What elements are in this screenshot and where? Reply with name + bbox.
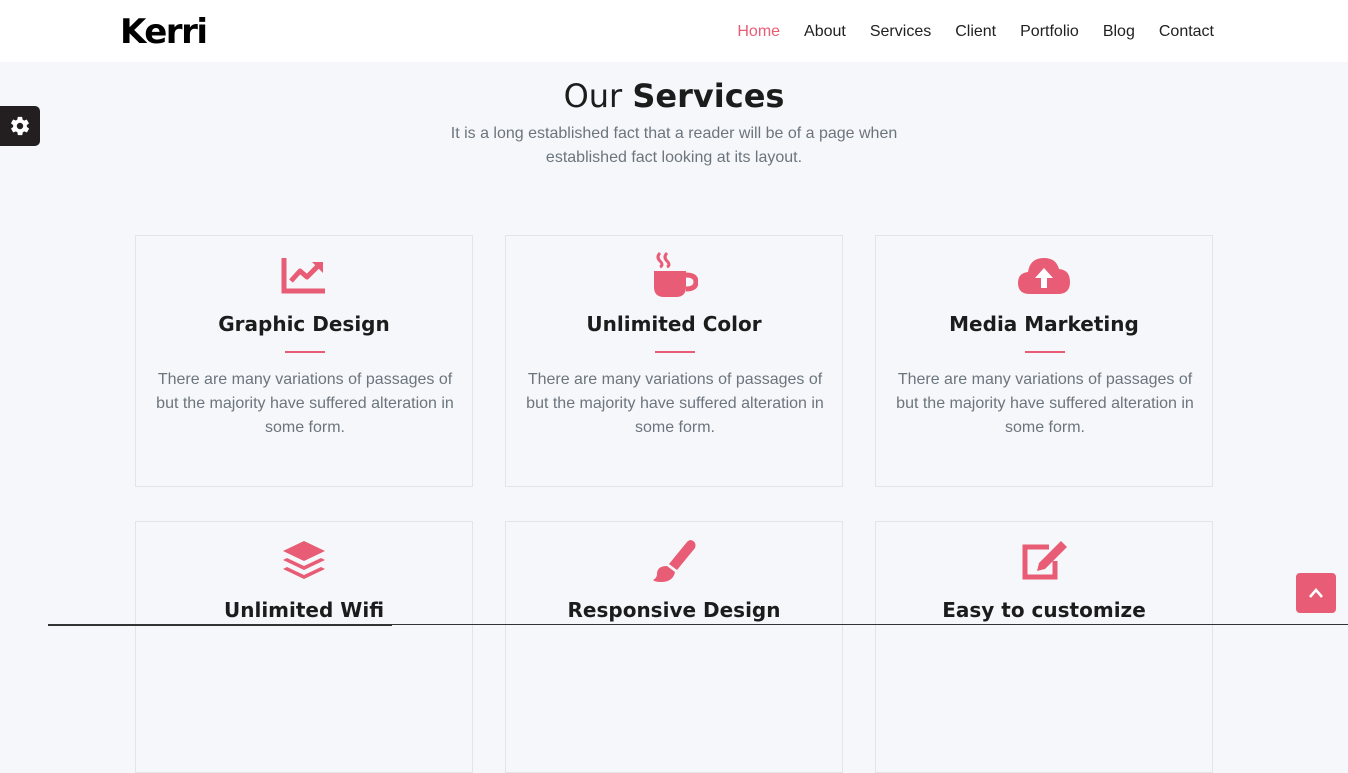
gear-icon xyxy=(11,116,30,136)
paint-brush-icon xyxy=(653,540,696,582)
nav-services[interactable]: Services xyxy=(870,20,931,44)
service-card: Unlimited Color There are many variation… xyxy=(505,235,843,487)
cloud-upload-icon xyxy=(1018,258,1070,294)
coffee-icon xyxy=(654,251,698,297)
brand-logo[interactable]: Kerri xyxy=(120,12,208,52)
section-title-bold: Services xyxy=(632,77,785,115)
nav-home[interactable]: Home xyxy=(737,20,780,44)
layers-icon xyxy=(283,541,325,579)
service-title: Media Marketing xyxy=(949,312,1139,336)
title-divider xyxy=(285,351,325,353)
nav-links: Home About Services Client Portfolio Blo… xyxy=(737,20,1214,44)
service-title: Graphic Design xyxy=(218,312,390,336)
chevron-up-icon xyxy=(1309,588,1323,598)
service-description: There are many variations of passages of… xyxy=(526,371,824,436)
title-divider xyxy=(1025,351,1065,353)
service-card: Media Marketing There are many variation… xyxy=(875,235,1213,487)
window-bottom-edge xyxy=(392,624,1348,625)
nav-blog[interactable]: Blog xyxy=(1103,20,1135,44)
nav-contact[interactable]: Contact xyxy=(1159,20,1214,44)
service-card: Graphic Design There are many variations… xyxy=(135,235,473,487)
back-to-top-button[interactable] xyxy=(1296,573,1336,613)
navbar: Kerri Home About Services Client Portfol… xyxy=(0,0,1348,62)
service-description: There are many variations of passages of… xyxy=(896,371,1194,436)
service-title: Responsive Design xyxy=(567,598,781,622)
service-title: Easy to customize xyxy=(942,598,1146,622)
nav-about[interactable]: About xyxy=(804,20,846,44)
service-card: Responsive Design xyxy=(505,521,843,773)
section-subtitle: It is a long established fact that a rea… xyxy=(450,125,898,166)
service-description: There are many variations of passages of… xyxy=(156,371,454,436)
edit-icon xyxy=(1022,541,1067,580)
section-title: Our Services xyxy=(0,74,1348,118)
service-card: Easy to customize xyxy=(875,521,1213,773)
service-card: Unlimited Wifi xyxy=(135,521,473,773)
title-divider xyxy=(655,351,695,353)
section-title-light: Our xyxy=(563,77,633,115)
service-title: Unlimited Wifi xyxy=(223,598,385,622)
nav-portfolio[interactable]: Portfolio xyxy=(1020,20,1079,44)
chart-line-icon xyxy=(281,258,325,294)
nav-client[interactable]: Client xyxy=(955,20,996,44)
service-title: Unlimited Color xyxy=(586,312,762,336)
